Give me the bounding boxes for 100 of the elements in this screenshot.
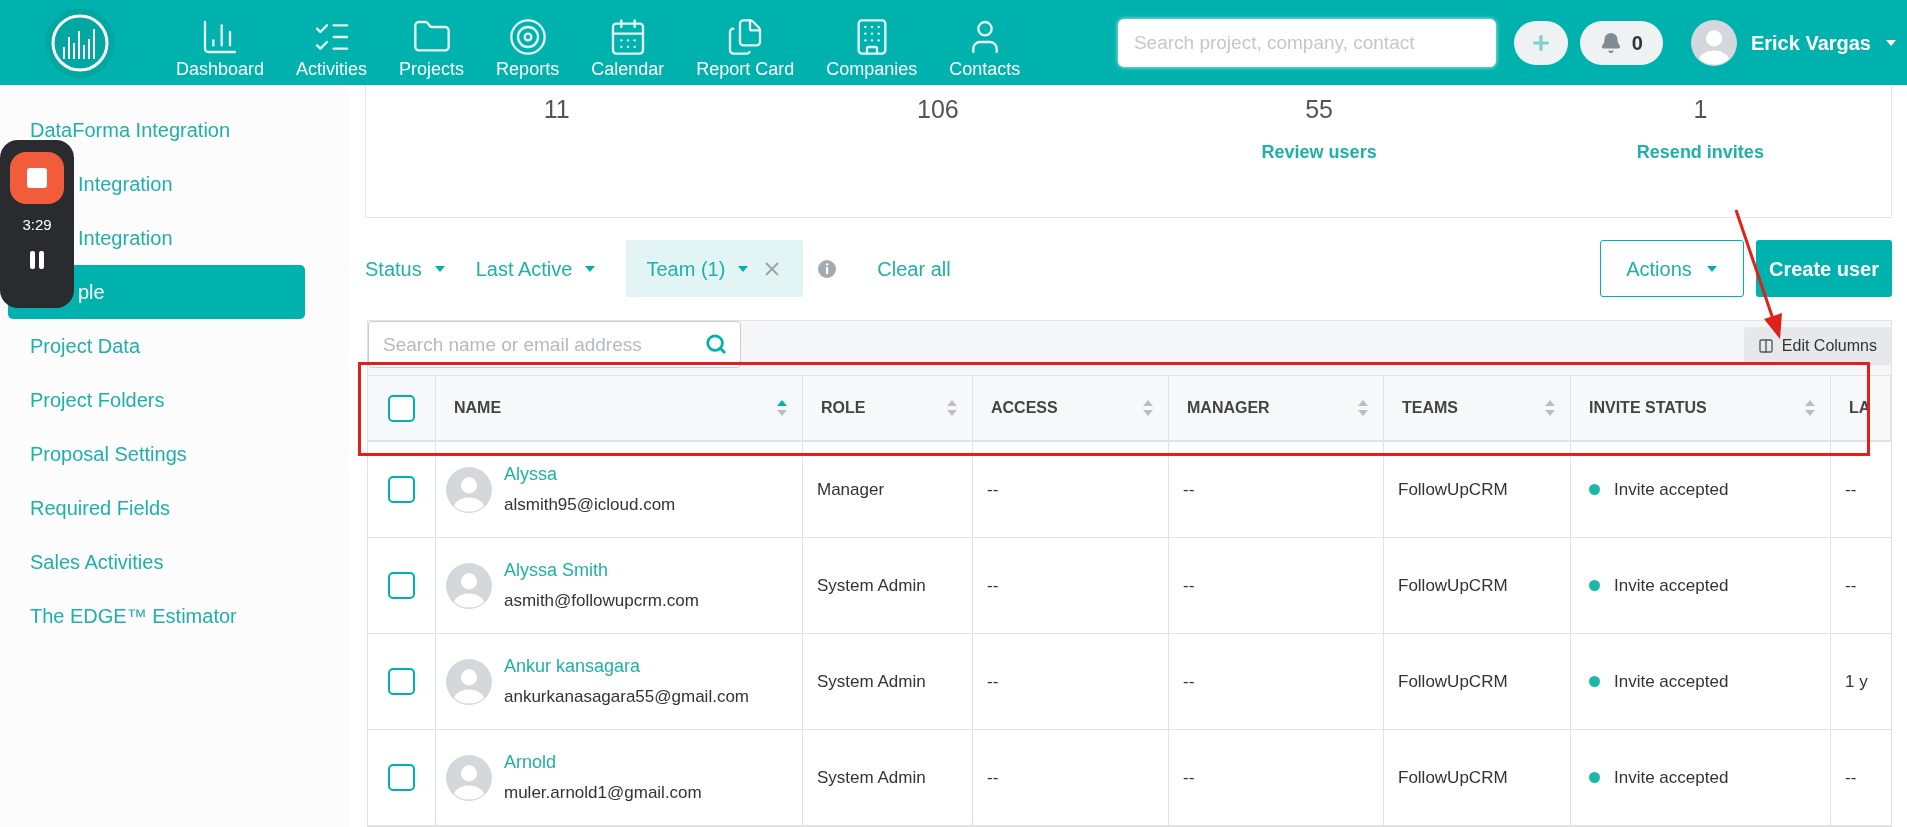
nav-item[interactable]: Dashboard xyxy=(160,17,281,81)
status-text: Invite accepted xyxy=(1614,670,1729,693)
notifications-button[interactable]: 0 xyxy=(1579,20,1663,65)
user-email: asmith@followupcrm.com xyxy=(504,590,699,613)
column-header[interactable]: ROLE xyxy=(803,376,973,440)
column-header[interactable]: MANAGER xyxy=(1169,376,1384,440)
checkbox[interactable] xyxy=(388,764,415,791)
caret-icon xyxy=(584,264,597,273)
column-header[interactable]: NAME xyxy=(436,376,803,440)
status-text: Invite accepted xyxy=(1614,478,1729,501)
user-email: alsmith95@icloud.com xyxy=(504,494,676,517)
table-cell-text: -- xyxy=(1183,670,1195,693)
table-cell-text: -- xyxy=(987,574,999,597)
info-icon[interactable] xyxy=(817,258,838,279)
avatar-icon xyxy=(446,562,492,609)
stat-value: 11 xyxy=(543,94,570,125)
actions-button[interactable]: Actions xyxy=(1600,240,1744,297)
search-field[interactable]: Search project, company, contact xyxy=(1117,18,1496,67)
nav-item[interactable]: Activities xyxy=(280,17,384,81)
avatar-icon xyxy=(446,466,492,513)
table-cell-text: Manager xyxy=(817,478,885,501)
checkbox[interactable] xyxy=(388,476,415,503)
filter-dropdown[interactable]: Status xyxy=(365,253,446,284)
filter-dropdown[interactable]: Last Active xyxy=(475,253,597,284)
table-cell-text: -- xyxy=(1183,766,1195,789)
sidebar-item[interactable]: Project Folders xyxy=(8,373,305,427)
column-header[interactable]: ACCESS xyxy=(973,376,1169,440)
user-email: ankurkanasagara55@gmail.com xyxy=(504,686,749,709)
sidebar-item[interactable]: Sales Activities xyxy=(8,535,305,589)
sort-icon[interactable] xyxy=(946,399,958,417)
table-cell-text: FollowUpCRM xyxy=(1398,574,1508,597)
column-header[interactable]: TEAMS xyxy=(1384,376,1571,440)
edit-columns-button[interactable]: Edit Columns xyxy=(1743,327,1891,365)
table-cell-text: System Admin xyxy=(817,670,926,693)
sidebar-item[interactable]: Proposal Settings xyxy=(8,427,305,481)
checkbox[interactable] xyxy=(388,668,415,695)
table-cell-text: System Admin xyxy=(817,766,926,789)
avatar-icon xyxy=(446,658,492,705)
column-header[interactable]: INVITE STATUS xyxy=(1571,376,1831,440)
sidebar-item[interactable]: The EDGE™ Estimator xyxy=(8,589,305,643)
bell-icon xyxy=(1599,31,1622,54)
nav-item[interactable]: Calendar xyxy=(575,17,681,81)
status-text: Invite accepted xyxy=(1614,574,1729,597)
stop-icon xyxy=(27,168,47,188)
stat-link[interactable]: Review users xyxy=(1261,138,1377,166)
sort-icon[interactable] xyxy=(1142,399,1154,417)
caret-icon xyxy=(1705,264,1718,273)
table-cell-text: -- xyxy=(987,478,999,501)
table-cell-text: -- xyxy=(1845,478,1857,501)
caret-icon xyxy=(433,264,446,273)
stop-button[interactable] xyxy=(10,152,64,204)
pause-icon[interactable] xyxy=(28,248,46,271)
nav-item[interactable]: Report Card xyxy=(680,17,811,81)
avatar-icon xyxy=(446,754,492,801)
target-icon xyxy=(507,17,548,57)
caret-icon xyxy=(1885,38,1897,47)
search-icon[interactable] xyxy=(705,333,727,355)
nav-item[interactable]: Companies xyxy=(810,17,934,81)
columns-icon xyxy=(1757,338,1774,354)
sort-icon[interactable] xyxy=(1357,399,1369,417)
table-cell-text: System Admin xyxy=(817,574,926,597)
table-cell-text: -- xyxy=(1845,766,1857,789)
sort-icon[interactable] xyxy=(1804,399,1816,417)
stat-value: 106 xyxy=(917,94,959,125)
nav-item[interactable]: Reports xyxy=(480,17,576,81)
table-cell-text: -- xyxy=(987,766,999,789)
table-cell-text: 1 y xyxy=(1845,670,1868,693)
add-button[interactable] xyxy=(1513,20,1568,65)
status-text: Invite accepted xyxy=(1614,766,1729,789)
table-cell-text: -- xyxy=(1845,574,1857,597)
user-email: muler.arnold1@gmail.com xyxy=(504,782,702,805)
sort-icon[interactable] xyxy=(1544,399,1556,417)
nav-item[interactable]: Projects xyxy=(383,17,481,81)
sort-icon[interactable] xyxy=(776,399,788,417)
filter-chip[interactable]: Team (1) xyxy=(626,240,804,297)
user-menu[interactable]: Erick Vargas xyxy=(1750,27,1897,58)
table-search-field[interactable]: Search name or email address xyxy=(368,321,741,368)
sidebar-item[interactable]: Project Data xyxy=(8,319,305,373)
checkbox[interactable] xyxy=(388,572,415,599)
stat-value: 55 xyxy=(1305,94,1334,125)
user-name-link[interactable]: Alyssa Smith xyxy=(504,557,699,585)
create-user-button[interactable]: Create user xyxy=(1756,240,1892,297)
caret-icon xyxy=(737,264,750,273)
user-name-link[interactable]: Arnold xyxy=(504,749,702,777)
user-name-link[interactable]: Alyssa xyxy=(504,461,676,489)
user-name-link[interactable]: Ankur kansagara xyxy=(504,653,749,681)
stat-value: 1 xyxy=(1693,94,1708,125)
table-cell-text: -- xyxy=(1183,574,1195,597)
nav-item[interactable]: Contacts xyxy=(933,17,1037,81)
table-cell-text: -- xyxy=(1183,478,1195,501)
logo-icon[interactable] xyxy=(44,6,116,79)
avatar-icon xyxy=(1690,19,1737,66)
checkbox[interactable] xyxy=(388,394,415,422)
recording-time: 3:29 xyxy=(22,215,52,235)
clear-all-link[interactable]: Clear all xyxy=(877,253,951,284)
sidebar-item[interactable]: DataForma Integration xyxy=(8,103,305,157)
stat-link[interactable]: Resend invites xyxy=(1636,138,1764,166)
table-cell-text: FollowUpCRM xyxy=(1398,478,1508,501)
sidebar-item[interactable]: Required Fields xyxy=(8,481,305,535)
table-cell-text: FollowUpCRM xyxy=(1398,766,1508,789)
